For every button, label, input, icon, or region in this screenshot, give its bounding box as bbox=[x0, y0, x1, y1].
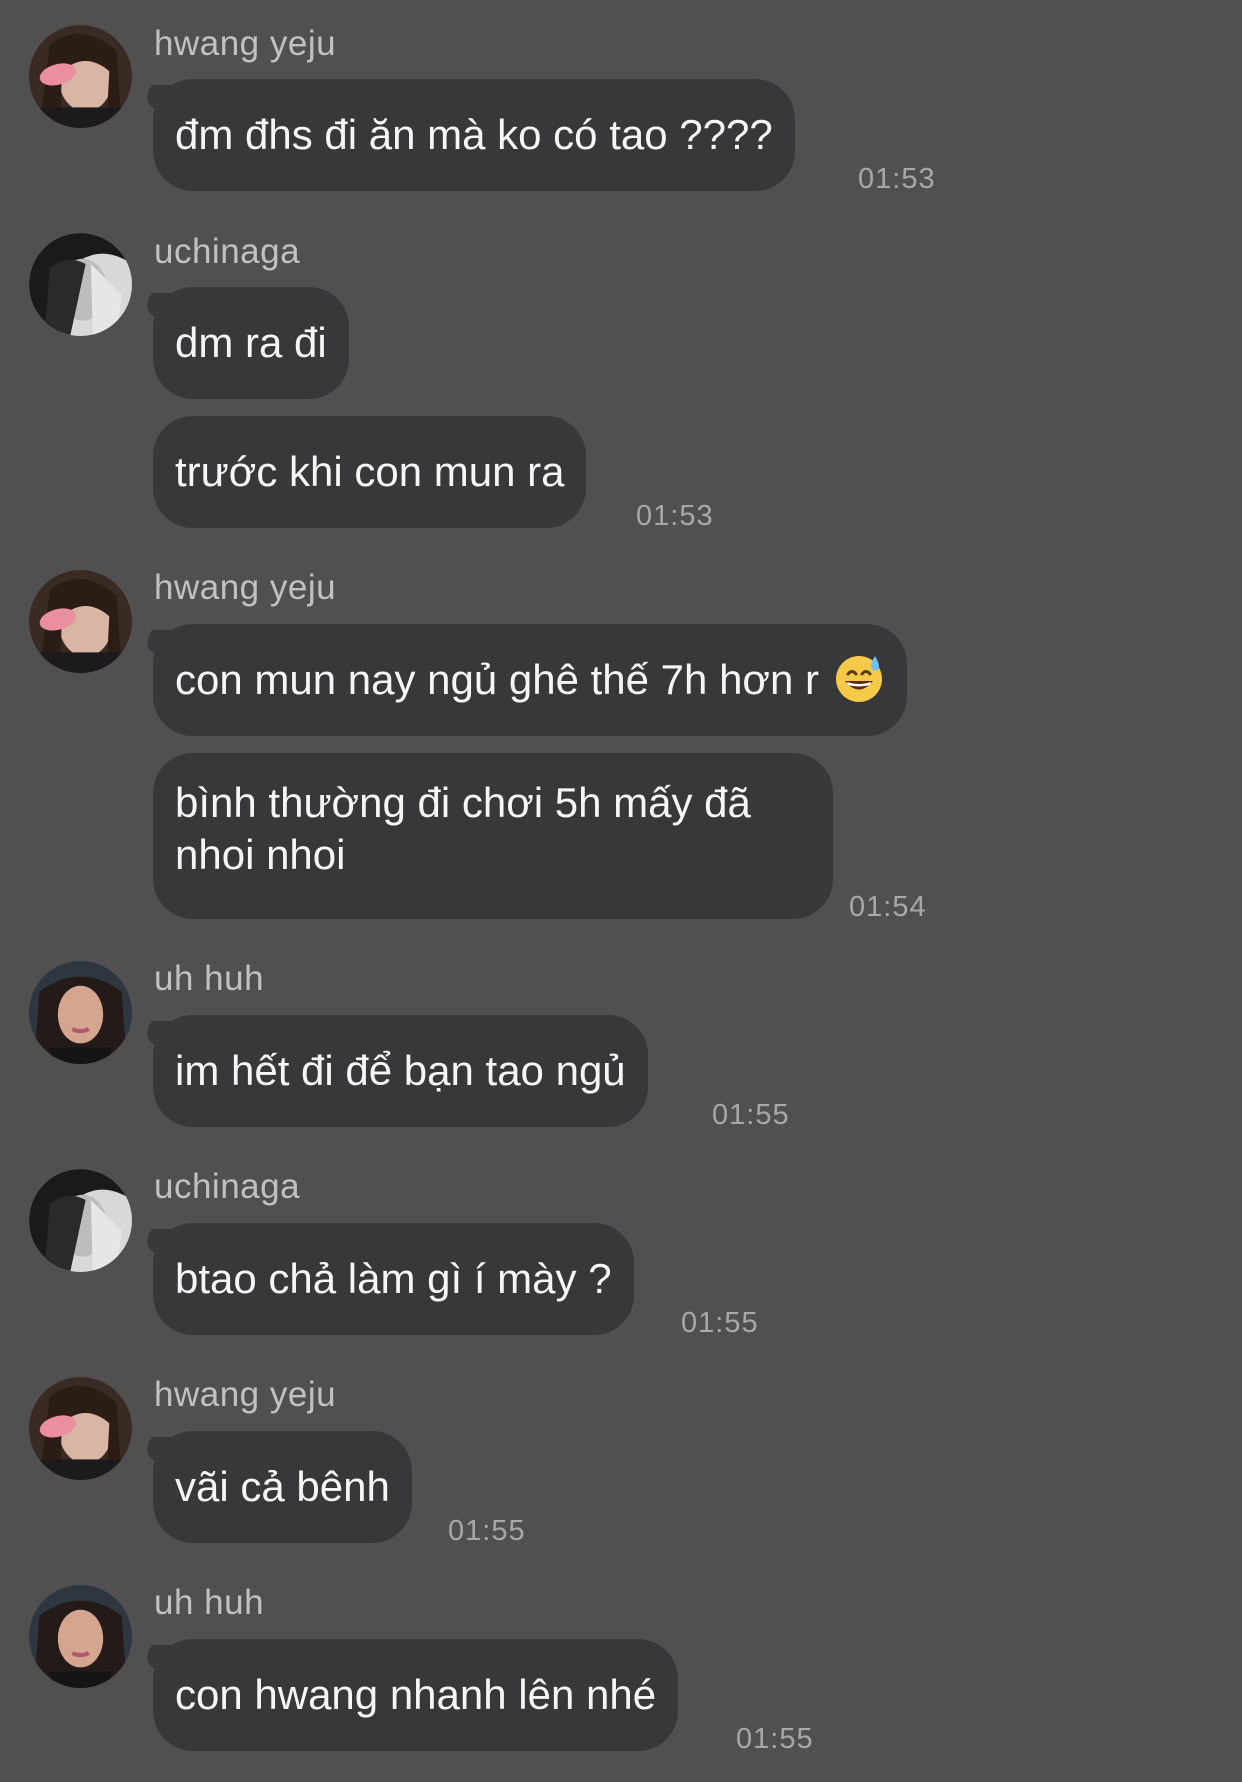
sender-name: uchinaga bbox=[154, 1167, 301, 1206]
avatar-photo-icon bbox=[29, 25, 132, 128]
message-bubble[interactable]: dm ra đi bbox=[153, 287, 349, 399]
message-bubble[interactable]: vãi cả bênh bbox=[153, 1431, 412, 1543]
message-text: bình thường đi chơi 5h mấy đã nhoi nhoi bbox=[175, 779, 751, 878]
sender-name: uchinaga bbox=[154, 232, 301, 271]
message-text: dm ra đi bbox=[175, 319, 327, 366]
message-bubble[interactable]: đm đhs đi ăn mà ko có tao ???? bbox=[153, 79, 795, 191]
avatar-photo-icon bbox=[29, 961, 132, 1064]
message-bubble[interactable]: con mun nay ngủ ghê thế 7h hơn r bbox=[153, 624, 907, 736]
avatar-uh-huh[interactable] bbox=[29, 961, 132, 1064]
avatar-uh-huh[interactable] bbox=[29, 1585, 132, 1688]
sender-name: uh huh bbox=[154, 1583, 265, 1622]
message-bubble[interactable]: im hết đi để bạn tao ngủ bbox=[153, 1015, 648, 1127]
sender-name: hwang yeju bbox=[154, 568, 337, 607]
message-text: con hwang nhanh lên nhé bbox=[175, 1671, 657, 1718]
message-time: 01:53 bbox=[636, 500, 714, 532]
avatar-photo-icon bbox=[29, 1169, 132, 1272]
message-time: 01:55 bbox=[736, 1723, 814, 1755]
avatar-photo-icon bbox=[29, 570, 132, 673]
sender-name: hwang yeju bbox=[154, 24, 337, 63]
message-text: vãi cả bênh bbox=[175, 1463, 390, 1510]
sender-name: uh huh bbox=[154, 959, 265, 998]
avatar-hwang-yeju[interactable] bbox=[29, 25, 132, 128]
message-time: 01:55 bbox=[681, 1307, 759, 1339]
chat-thread[interactable]: hwang yeju đm đhs đi ăn mà ko có tao ???… bbox=[0, 0, 1242, 1782]
avatar-hwang-yeju[interactable] bbox=[29, 1377, 132, 1480]
avatar-hwang-yeju[interactable] bbox=[29, 570, 132, 673]
message-text: trước khi con mun ra bbox=[175, 448, 565, 495]
message-bubble[interactable]: con hwang nhanh lên nhé bbox=[153, 1639, 679, 1751]
message-text: btao chả làm gì í mày ? bbox=[175, 1255, 612, 1302]
message-bubble[interactable]: trước khi con mun ra bbox=[153, 416, 587, 528]
message-text: đm đhs đi ăn mà ko có tao ???? bbox=[175, 111, 773, 158]
avatar-uchinaga[interactable] bbox=[29, 1169, 132, 1272]
avatar-photo-icon bbox=[29, 1377, 132, 1480]
message-bubble[interactable]: bình thường đi chơi 5h mấy đã nhoi nhoi bbox=[153, 753, 833, 919]
avatar-photo-icon bbox=[29, 1585, 132, 1688]
sweat-smile-emoji bbox=[836, 656, 882, 702]
message-time: 01:53 bbox=[858, 163, 936, 195]
message-text: im hết đi để bạn tao ngủ bbox=[175, 1047, 626, 1094]
sender-name: hwang yeju bbox=[154, 1375, 337, 1414]
message-text: con mun nay ngủ ghê thế 7h hơn r bbox=[175, 656, 819, 703]
avatar-uchinaga[interactable] bbox=[29, 233, 132, 336]
message-time: 01:54 bbox=[849, 891, 927, 923]
message-bubble[interactable]: btao chả làm gì í mày ? bbox=[153, 1223, 634, 1335]
avatar-photo-icon bbox=[29, 233, 132, 336]
message-time: 01:55 bbox=[448, 1515, 526, 1547]
message-time: 01:55 bbox=[712, 1099, 790, 1131]
